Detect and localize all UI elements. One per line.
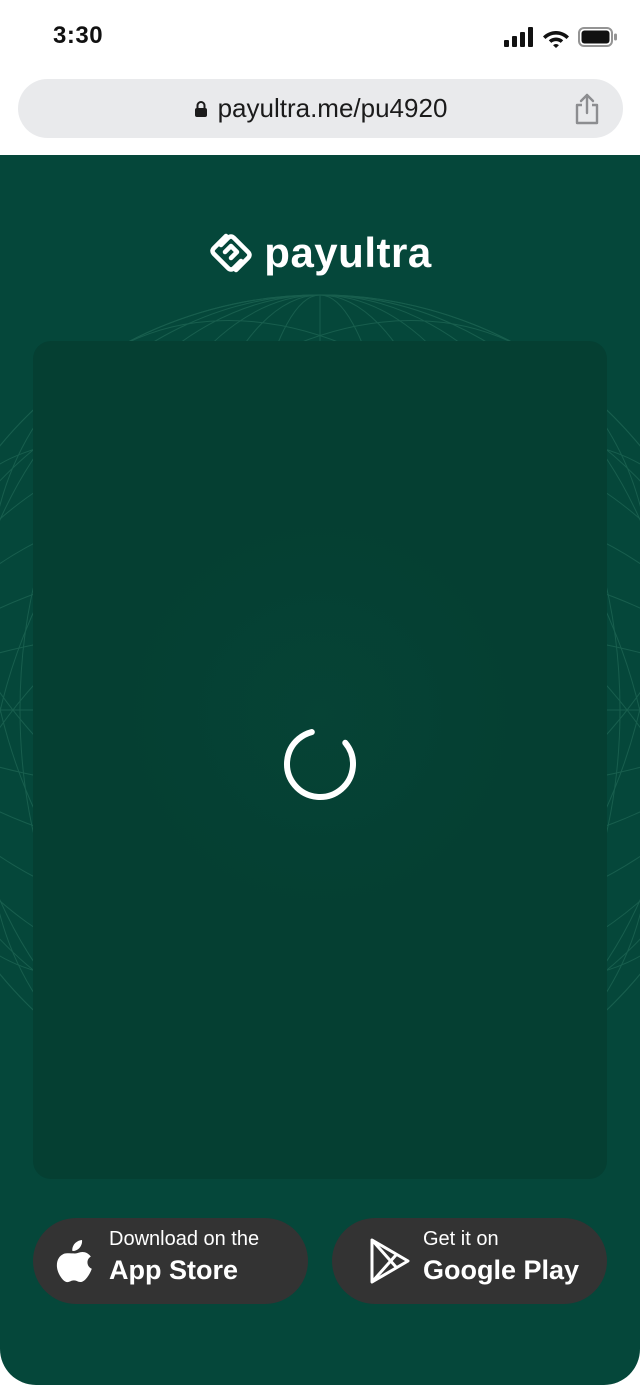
google-play-icon-wrap (369, 1218, 411, 1304)
browser-bar: payultra.me/pu4920 (0, 74, 640, 155)
status-time: 3:30 (53, 22, 104, 49)
share-icon[interactable] (573, 93, 601, 125)
loading-spinner-icon (284, 728, 356, 800)
apple-icon-wrap (55, 1218, 95, 1304)
brand-header: payultra (0, 229, 640, 277)
google-play-button[interactable]: Get it on Google Play (332, 1218, 607, 1304)
app-store-main-label: App Store (109, 1255, 239, 1285)
main-content: payultra Download on the App Store Get i… (0, 155, 640, 1385)
google-play-icon (370, 1238, 410, 1284)
apple-icon (56, 1240, 92, 1283)
lock-icon (194, 100, 207, 117)
brand-name: payultra (264, 229, 432, 276)
wifi-icon (543, 30, 569, 48)
app-store-sub-label: Download on the (109, 1228, 260, 1250)
google-play-sub-label: Get it on (423, 1228, 499, 1250)
app-store-button[interactable]: Download on the App Store (33, 1218, 308, 1304)
status-icons (504, 26, 618, 48)
url-content: payultra.me/pu4920 (18, 79, 623, 138)
google-play-main-label: Google Play (423, 1255, 580, 1285)
loading-card (33, 341, 607, 1179)
google-play-text: Get it on Google Play (423, 1226, 579, 1288)
card-glow (117, 511, 523, 917)
url-text: payultra.me/pu4920 (217, 93, 448, 123)
phone-screen: 3:30 payultra.me/pu4920 payultra Downloa… (0, 0, 640, 1385)
app-store-text: Download on the App Store (109, 1226, 259, 1288)
url-field[interactable]: payultra.me/pu4920 (18, 79, 623, 138)
signal-icon (504, 27, 533, 47)
payultra-logo-icon (210, 233, 253, 273)
battery-icon (578, 27, 617, 47)
status-bar: 3:30 (0, 0, 640, 74)
